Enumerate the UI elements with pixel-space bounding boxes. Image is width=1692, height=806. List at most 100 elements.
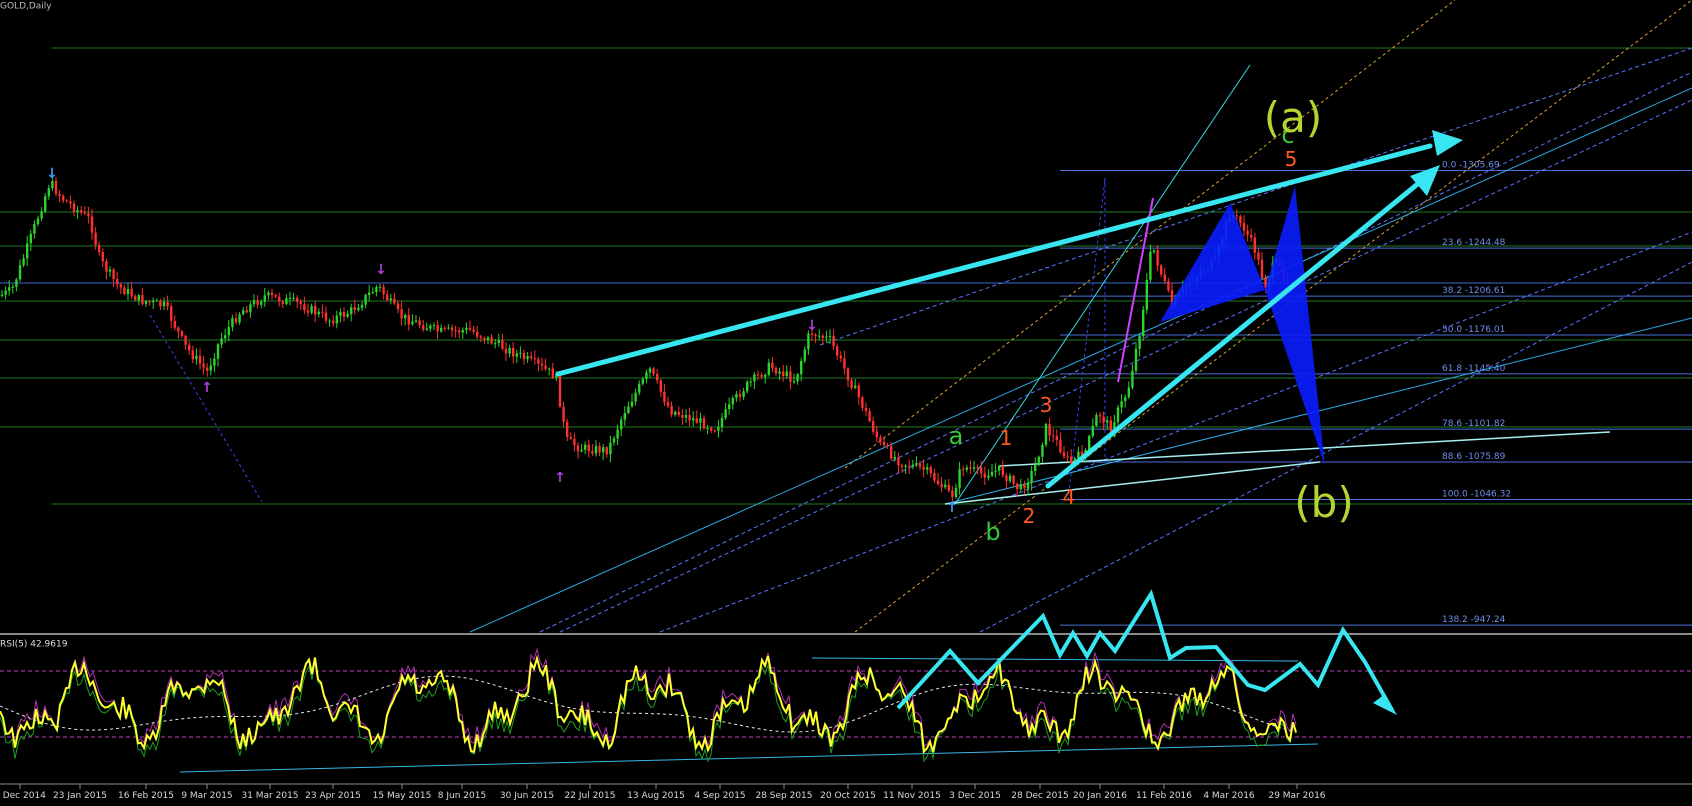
- bearish-candle[interactable]: [670, 406, 673, 415]
- bearish-candle[interactable]: [771, 362, 774, 369]
- bearish-candle[interactable]: [1242, 223, 1246, 231]
- bearish-candle[interactable]: [558, 373, 562, 407]
- bullish-candle[interactable]: [645, 372, 648, 379]
- bullish-candle[interactable]: [497, 340, 500, 344]
- bullish-candle[interactable]: [602, 447, 605, 453]
- bearish-candle[interactable]: [94, 232, 97, 245]
- bearish-candle[interactable]: [569, 436, 572, 439]
- bearish-candle[interactable]: [386, 294, 389, 301]
- bullish-candle[interactable]: [998, 465, 1001, 471]
- bearish-candle[interactable]: [587, 444, 590, 452]
- bearish-candle[interactable]: [1102, 416, 1105, 423]
- bearish-candle[interactable]: [774, 368, 778, 374]
- bullish-candle[interactable]: [915, 463, 918, 465]
- bullish-candle[interactable]: [260, 301, 263, 305]
- bearish-candle[interactable]: [468, 327, 472, 330]
- bullish-candle[interactable]: [994, 470, 997, 472]
- bullish-candle[interactable]: [972, 467, 976, 469]
- bearish-candle[interactable]: [677, 411, 680, 415]
- bullish-candle[interactable]: [263, 295, 266, 302]
- bearish-candle[interactable]: [119, 284, 122, 288]
- bearish-candle[interactable]: [54, 180, 58, 194]
- bearish-candle[interactable]: [321, 311, 324, 313]
- bearish-candle[interactable]: [141, 295, 144, 304]
- bullish-candle[interactable]: [1120, 401, 1123, 408]
- bullish-candle[interactable]: [792, 381, 796, 383]
- bearish-candle[interactable]: [454, 330, 457, 332]
- bearish-candle[interactable]: [101, 252, 104, 262]
- bullish-candle[interactable]: [404, 314, 407, 319]
- bearish-candle[interactable]: [116, 279, 119, 285]
- bullish-candle[interactable]: [746, 381, 749, 392]
- bearish-candle[interactable]: [850, 380, 853, 388]
- bullish-candle[interactable]: [76, 210, 79, 212]
- bearish-candle[interactable]: [443, 327, 446, 329]
- bullish-candle[interactable]: [368, 292, 371, 295]
- bearish-candle[interactable]: [177, 327, 180, 332]
- bullish-candle[interactable]: [216, 344, 220, 359]
- bearish-candle[interactable]: [1066, 456, 1069, 458]
- bearish-candle[interactable]: [458, 330, 461, 333]
- bullish-candle[interactable]: [346, 314, 349, 317]
- bullish-candle[interactable]: [429, 325, 432, 329]
- bullish-candle[interactable]: [162, 301, 166, 307]
- bullish-candle[interactable]: [800, 360, 803, 375]
- bullish-candle[interactable]: [1145, 279, 1148, 310]
- bearish-candle[interactable]: [296, 297, 299, 302]
- bearish-candle[interactable]: [58, 193, 61, 196]
- bullish-candle[interactable]: [350, 307, 353, 315]
- bearish-candle[interactable]: [1250, 234, 1253, 238]
- bullish-candle[interactable]: [749, 381, 752, 383]
- bullish-candle[interactable]: [371, 291, 374, 293]
- bearish-candle[interactable]: [184, 335, 187, 345]
- bullish-candle[interactable]: [720, 417, 724, 427]
- bullish-candle[interactable]: [440, 327, 443, 332]
- bullish-candle[interactable]: [627, 406, 630, 413]
- bullish-candle[interactable]: [893, 457, 896, 459]
- bearish-candle[interactable]: [738, 394, 742, 397]
- bullish-candle[interactable]: [699, 418, 702, 423]
- bullish-candle[interactable]: [753, 374, 756, 382]
- bearish-candle[interactable]: [245, 310, 248, 313]
- bearish-candle[interactable]: [173, 320, 176, 328]
- bullish-candle[interactable]: [548, 368, 551, 370]
- bearish-candle[interactable]: [872, 420, 875, 432]
- bullish-candle[interactable]: [580, 449, 583, 452]
- bullish-candle[interactable]: [1088, 435, 1091, 451]
- bullish-candle[interactable]: [674, 411, 677, 415]
- bullish-candle[interactable]: [461, 330, 464, 333]
- bullish-candle[interactable]: [764, 374, 767, 377]
- bullish-candle[interactable]: [242, 310, 245, 315]
- bearish-candle[interactable]: [159, 300, 162, 307]
- bearish-candle[interactable]: [400, 309, 403, 319]
- bearish-candle[interactable]: [105, 261, 108, 272]
- bullish-candle[interactable]: [965, 467, 968, 470]
- bullish-candle[interactable]: [465, 327, 468, 331]
- bullish-candle[interactable]: [0, 294, 4, 296]
- bearish-candle[interactable]: [562, 406, 565, 422]
- bullish-candle[interactable]: [634, 392, 637, 402]
- bullish-candle[interactable]: [375, 287, 378, 292]
- bearish-candle[interactable]: [1160, 265, 1163, 275]
- bullish-candle[interactable]: [584, 444, 587, 450]
- bullish-candle[interactable]: [1116, 407, 1120, 423]
- bearish-candle[interactable]: [983, 473, 986, 478]
- bearish-candle[interactable]: [501, 340, 504, 349]
- bullish-candle[interactable]: [616, 429, 619, 439]
- bullish-candle[interactable]: [1044, 424, 1048, 445]
- bullish-candle[interactable]: [1127, 387, 1130, 398]
- bearish-candle[interactable]: [868, 411, 871, 421]
- bearish-candle[interactable]: [490, 337, 493, 344]
- bearish-candle[interactable]: [1052, 435, 1055, 437]
- bearish-candle[interactable]: [270, 292, 274, 296]
- bullish-candle[interactable]: [47, 188, 50, 197]
- bearish-candle[interactable]: [666, 402, 670, 407]
- bullish-candle[interactable]: [990, 471, 994, 476]
- bearish-candle[interactable]: [342, 312, 346, 317]
- bullish-candle[interactable]: [425, 328, 428, 330]
- bullish-candle[interactable]: [828, 335, 832, 337]
- bearish-candle[interactable]: [1001, 465, 1004, 476]
- bullish-candle[interactable]: [51, 180, 54, 189]
- bearish-candle[interactable]: [846, 368, 850, 381]
- bearish-candle[interactable]: [656, 373, 659, 381]
